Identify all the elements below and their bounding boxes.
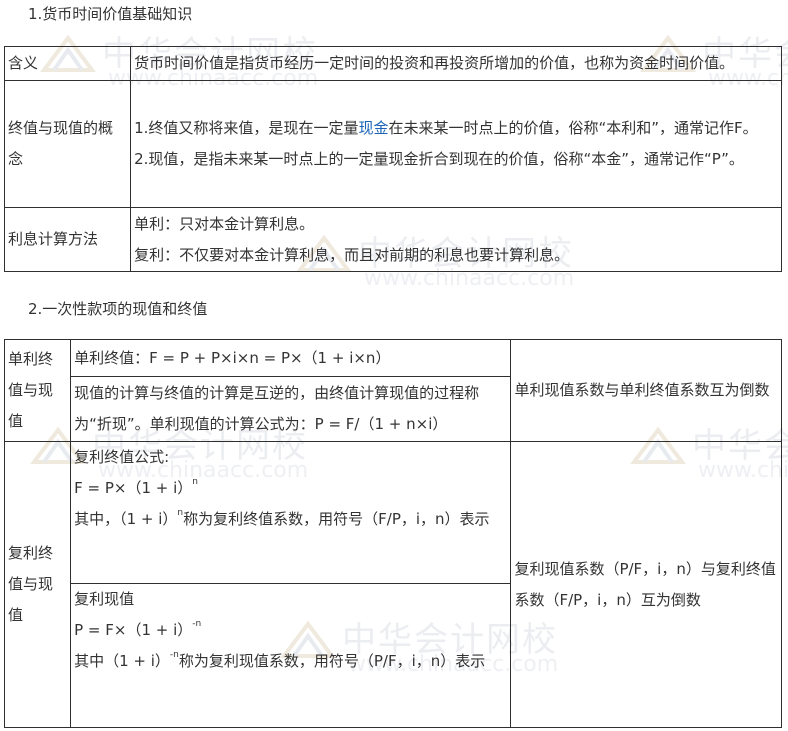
text-segment: 其中（1 + i） bbox=[74, 652, 170, 670]
section-heading: 1.货币时间价值基础知识 bbox=[28, 5, 193, 23]
future-value-definition: 1.终值又称将来值，是现在一定量现金在未来某一时点上的价值，俗称“本利和”，通常… bbox=[134, 113, 778, 144]
simple-pv-text: 现值的计算与终值的计算是互逆的，由终值计算现值的过程称为“折现”。单利现值的计算… bbox=[70, 376, 512, 442]
compound-pv-cell: 复利现值 P = F×（1 + i）-n 其中（1 + i）-n称为复利现值系数… bbox=[70, 583, 512, 728]
compound-fv-cell: 复利终值公式: F = P×（1 + i）n 其中，（1 + i）n称为复利终值… bbox=[70, 441, 512, 584]
table-row: 单利终值与现值 单利终值：F = P + P×i×n = P×（1 + i×n）… bbox=[3, 339, 782, 442]
exponent: n bbox=[192, 477, 198, 487]
compound-fv-title: 复利终值公式: bbox=[74, 448, 170, 466]
simple-note: 单利现值系数与单利终值系数互为倒数 bbox=[510, 339, 782, 442]
row-label: 复利终值与现值 bbox=[3, 441, 72, 728]
text-segment: 称为复利现值系数，用符号（P/F，i，n）表示 bbox=[178, 652, 486, 670]
formula-text: P = F×（1 + i） bbox=[74, 621, 193, 639]
compound-pv-formula: P = F×（1 + i）-n bbox=[74, 615, 507, 646]
table-row: 终值与现值的概念 1.终值又称将来值，是现在一定量现金在未来某一时点上的价值，俗… bbox=[3, 80, 782, 208]
exponent: -n bbox=[169, 650, 179, 660]
formula-text: F = P×（1 + i） bbox=[74, 479, 193, 497]
compound-interest-text: 复利：不仅要对本金计算利息，而且对前期的利息也要计算利息。 bbox=[134, 245, 570, 264]
present-value-definition: 2.现值，是指未来某一时点上的一定量现金折合到现在的价值，俗称“本金”，通常记作… bbox=[134, 150, 744, 168]
text-segment: 称为复利终值系数，用符号（F/P，i，n）表示 bbox=[183, 510, 490, 528]
basics-table: 含义 货币时间价值是指货币经历一定时间的投资和再投资所增加的价值，也称为资金时间… bbox=[3, 46, 782, 272]
cash-link[interactable]: 现金 bbox=[358, 119, 388, 137]
row-label: 终值与现值的概念 bbox=[3, 80, 132, 208]
exponent: n bbox=[177, 508, 184, 518]
table-row: 复利终值与现值 复利终值公式: F = P×（1 + i）n 其中，（1 + i… bbox=[3, 441, 782, 728]
text-segment: 1.终值又称将来值，是现在一定量 bbox=[134, 119, 359, 137]
compound-fv-formula: F = P×（1 + i）n bbox=[74, 473, 507, 504]
table-row: 利息计算方法 单利：只对本金计算利息。 复利：不仅要对本金计算利息，而且对前期的… bbox=[3, 207, 782, 272]
text-segment: 其中，（1 + i） bbox=[74, 510, 178, 528]
row-label: 单利终值与现值 bbox=[3, 339, 72, 442]
row-label: 含义 bbox=[3, 46, 132, 81]
row-content: 货币时间价值是指货币经历一定时间的投资和再投资所增加的价值，也称为资金时间价值。 bbox=[130, 46, 782, 81]
row-label: 利息计算方法 bbox=[3, 207, 132, 272]
row-content: 1.终值又称将来值，是现在一定量现金在未来某一时点上的价值，俗称“本利和”，通常… bbox=[130, 80, 782, 208]
lump-sum-table: 单利终值与现值 单利终值：F = P + P×i×n = P×（1 + i×n）… bbox=[3, 339, 782, 728]
simple-interest-text: 单利：只对本金计算利息。 bbox=[134, 214, 315, 233]
table-row: 含义 货币时间价值是指货币经历一定时间的投资和再投资所增加的价值，也称为资金时间… bbox=[3, 46, 782, 81]
compound-fv-desc: 其中，（1 + i）n称为复利终值系数，用符号（F/P，i，n）表示 bbox=[74, 504, 507, 535]
row-content: 单利：只对本金计算利息。 复利：不仅要对本金计算利息，而且对前期的利息也要计算利… bbox=[130, 207, 782, 272]
section-heading: 2.一次性款项的现值和终值 bbox=[28, 300, 208, 318]
exponent: -n bbox=[192, 619, 202, 629]
compound-pv-title: 复利现值 bbox=[74, 590, 135, 608]
text-segment: 在未来某一时点上的价值，俗称“本利和”，通常记作F。 bbox=[388, 119, 758, 137]
compound-note: 复利现值系数（P/F，i，n）与复利终值系数（F/P，i，n）互为倒数 bbox=[510, 441, 782, 728]
compound-pv-desc: 其中（1 + i）-n称为复利现值系数，用符号（P/F，i，n）表示 bbox=[74, 646, 507, 677]
simple-fv-formula: 单利终值：F = P + P×i×n = P×（1 + i×n） bbox=[70, 339, 512, 377]
